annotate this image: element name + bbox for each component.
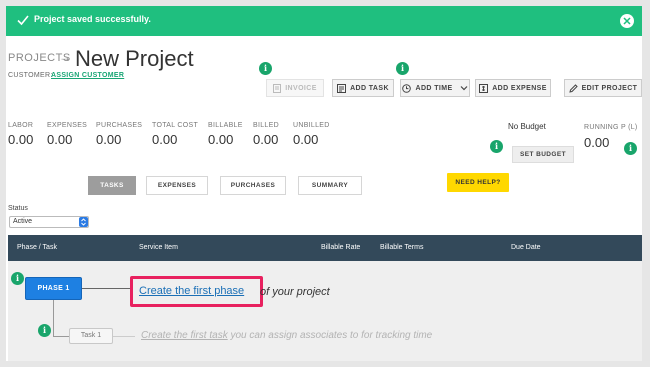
table-header: Phase / Task Service Item Billable Rate … <box>8 235 642 261</box>
set-budget-button[interactable]: SET BUDGET <box>512 146 574 163</box>
column-service-item: Service Item <box>139 244 178 251</box>
stat-value: 0.00 <box>152 132 178 147</box>
stat-label: TOTAL COST <box>152 122 199 129</box>
first-phase-hint: of your project <box>260 286 330 298</box>
stat-value: 0.00 <box>8 132 34 147</box>
chevron-down-icon <box>460 86 467 91</box>
close-icon <box>623 17 631 25</box>
stat-labor: LABOR 0.00 <box>8 122 33 147</box>
budget-text: No Budget <box>508 122 546 131</box>
need-help-button[interactable]: NEED HELP? <box>447 173 509 192</box>
status-value: Active <box>13 218 33 225</box>
column-billable-rate: Billable Rate <box>321 244 361 251</box>
column-phase-task: Phase / Task <box>17 244 57 251</box>
info-icon[interactable]: i <box>396 62 409 75</box>
add-task-label: ADD TASK <box>350 84 389 92</box>
tab-purchases[interactable]: PURCHASES <box>220 176 286 195</box>
banner-message: Project saved successfully. <box>34 14 151 24</box>
tab-summary[interactable]: SUMMARY <box>298 176 362 195</box>
add-time-label: ADD TIME <box>415 84 453 92</box>
stat-billed: BILLED 0.00 <box>253 122 279 147</box>
tree-line <box>53 336 69 337</box>
stat-purchases: PURCHASES 0.00 <box>96 122 142 147</box>
clock-icon <box>402 83 412 93</box>
create-first-task-link[interactable]: Create the first task <box>141 330 228 341</box>
stat-label: LABOR <box>8 122 34 129</box>
select-caret-icon <box>79 217 88 227</box>
edit-project-button[interactable]: EDIT PROJECT <box>564 79 642 97</box>
connector-line <box>113 336 135 337</box>
create-first-phase-link[interactable]: Create the first phase <box>139 285 244 297</box>
add-expense-label: ADD EXPENSE <box>492 84 547 92</box>
invoice-icon <box>273 83 282 93</box>
expense-icon <box>479 83 489 93</box>
first-task-suffix: you can assign associates to for trackin… <box>227 330 433 341</box>
connector-line <box>82 288 130 289</box>
stat-label: BILLED <box>253 122 279 129</box>
stat-value: 0.00 <box>47 132 73 147</box>
add-task-icon <box>337 83 347 93</box>
invoice-button[interactable]: INVOICE <box>266 79 324 97</box>
phase-node[interactable]: PHASE 1 <box>25 277 82 300</box>
first-task-hint: Create the first task you can assign ass… <box>141 330 432 341</box>
running-label: RUNNING P (L) <box>584 124 638 131</box>
customer-label: CUSTOMER: <box>8 72 53 79</box>
pencil-icon <box>568 83 578 93</box>
column-billable-terms: Billable Terms <box>380 244 424 251</box>
assign-customer-link[interactable]: ASSIGN CUSTOMER <box>51 72 124 79</box>
stat-billable: BILLABLE 0.00 <box>208 122 243 147</box>
tab-tasks[interactable]: TASKS <box>88 176 136 195</box>
stat-unbilled: UNBILLED 0.00 <box>293 122 330 147</box>
stat-label: EXPENSES <box>47 122 88 129</box>
tab-expenses[interactable]: EXPENSES <box>146 176 208 195</box>
stat-label: UNBILLED <box>293 122 330 129</box>
stat-expenses: EXPENSES 0.00 <box>47 122 87 147</box>
stat-value: 0.00 <box>208 132 234 147</box>
info-icon[interactable]: i <box>259 62 272 75</box>
task-node[interactable]: Task 1 <box>69 328 113 344</box>
stat-value: 0.00 <box>293 132 319 147</box>
column-due-date: Due Date <box>511 244 541 251</box>
stat-label: BILLABLE <box>208 122 243 129</box>
info-icon[interactable]: i <box>38 324 51 337</box>
add-expense-button[interactable]: ADD EXPENSE <box>475 79 551 97</box>
info-icon[interactable]: i <box>490 140 503 153</box>
stat-total-cost: TOTAL COST 0.00 <box>152 122 198 147</box>
info-icon[interactable]: i <box>11 272 24 285</box>
tree-line <box>53 300 54 336</box>
status-label: Status <box>8 205 28 212</box>
invoice-label: INVOICE <box>285 84 317 92</box>
app-frame: Project saved successfully. PROJECTS → N… <box>6 6 642 361</box>
success-banner: Project saved successfully. <box>6 6 642 36</box>
add-task-button[interactable]: ADD TASK <box>332 79 394 97</box>
close-banner-button[interactable] <box>620 14 634 28</box>
phase-canvas: i PHASE 1 Create the first phase of your… <box>8 261 642 361</box>
stat-value: 0.00 <box>253 132 279 147</box>
page-title: New Project <box>75 46 194 71</box>
checkmark-icon <box>17 15 29 26</box>
breadcrumb-arrow: → <box>59 50 71 64</box>
status-select[interactable]: Active <box>9 216 89 228</box>
stat-value: 0.00 <box>96 132 122 147</box>
stat-label: PURCHASES <box>96 122 143 129</box>
edit-project-label: EDIT PROJECT <box>581 84 638 92</box>
info-icon[interactable]: i <box>624 142 637 155</box>
add-time-button[interactable]: ADD TIME <box>400 79 470 97</box>
